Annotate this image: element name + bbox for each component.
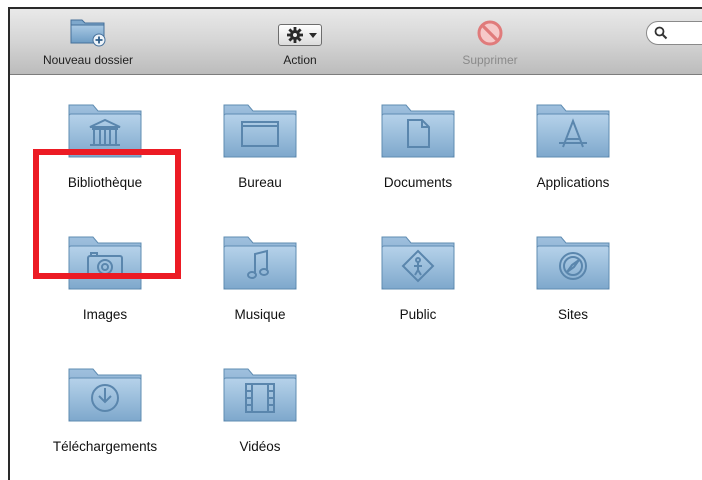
public-folder-icon (381, 236, 455, 290)
action-label: Action (283, 53, 317, 67)
folder-label: Applications (536, 175, 610, 190)
folder-label: Musique (234, 307, 286, 322)
folder-grid: Bibliothèque Bureau Documents Applicatio… (10, 75, 702, 480)
sites-folder-icon (536, 236, 610, 290)
desktop-folder-icon (223, 104, 297, 158)
folder-item-videos[interactable]: Vidéos (185, 361, 335, 454)
folder-label: Public (399, 307, 437, 322)
folder-item-musique[interactable]: Musique (185, 229, 335, 322)
folder-item-bureau[interactable]: Bureau (185, 97, 335, 190)
action-button[interactable]: Action (240, 9, 360, 73)
chevron-down-icon (309, 33, 317, 38)
new-folder-icon (70, 19, 106, 47)
new-folder-label: Nouveau dossier (42, 53, 134, 67)
folder-label: Documents (383, 175, 453, 190)
folder-label: Images (82, 307, 128, 322)
search-field[interactable] (646, 21, 702, 45)
folder-label: Vidéos (239, 439, 281, 454)
folder-label: Bureau (238, 175, 282, 190)
prohibited-icon (477, 20, 503, 46)
downloads-folder-icon (68, 368, 142, 422)
selection-highlight-box (33, 149, 181, 279)
search-icon (654, 26, 668, 40)
action-menu-control[interactable] (278, 24, 322, 46)
delete-label: Supprimer (462, 53, 518, 67)
finder-window: Nouveau dossier Action Supprimer Bibliot… (8, 7, 702, 480)
folder-item-applications[interactable]: Applications (498, 97, 648, 190)
music-folder-icon (223, 236, 297, 290)
folder-label: Sites (557, 307, 588, 322)
folder-label: Téléchargements (52, 439, 158, 454)
folder-item-sites[interactable]: Sites (498, 229, 648, 322)
folder-item-documents[interactable]: Documents (343, 97, 493, 190)
delete-button[interactable]: Supprimer (430, 9, 550, 73)
new-folder-button[interactable]: Nouveau dossier (28, 9, 148, 73)
videos-folder-icon (223, 368, 297, 422)
toolbar: Nouveau dossier Action Supprimer (10, 9, 702, 75)
documents-folder-icon (381, 104, 455, 158)
gear-icon (287, 27, 303, 43)
folder-item-telechargements[interactable]: Téléchargements (30, 361, 180, 454)
folder-item-public[interactable]: Public (343, 229, 493, 322)
applications-folder-icon (536, 104, 610, 158)
